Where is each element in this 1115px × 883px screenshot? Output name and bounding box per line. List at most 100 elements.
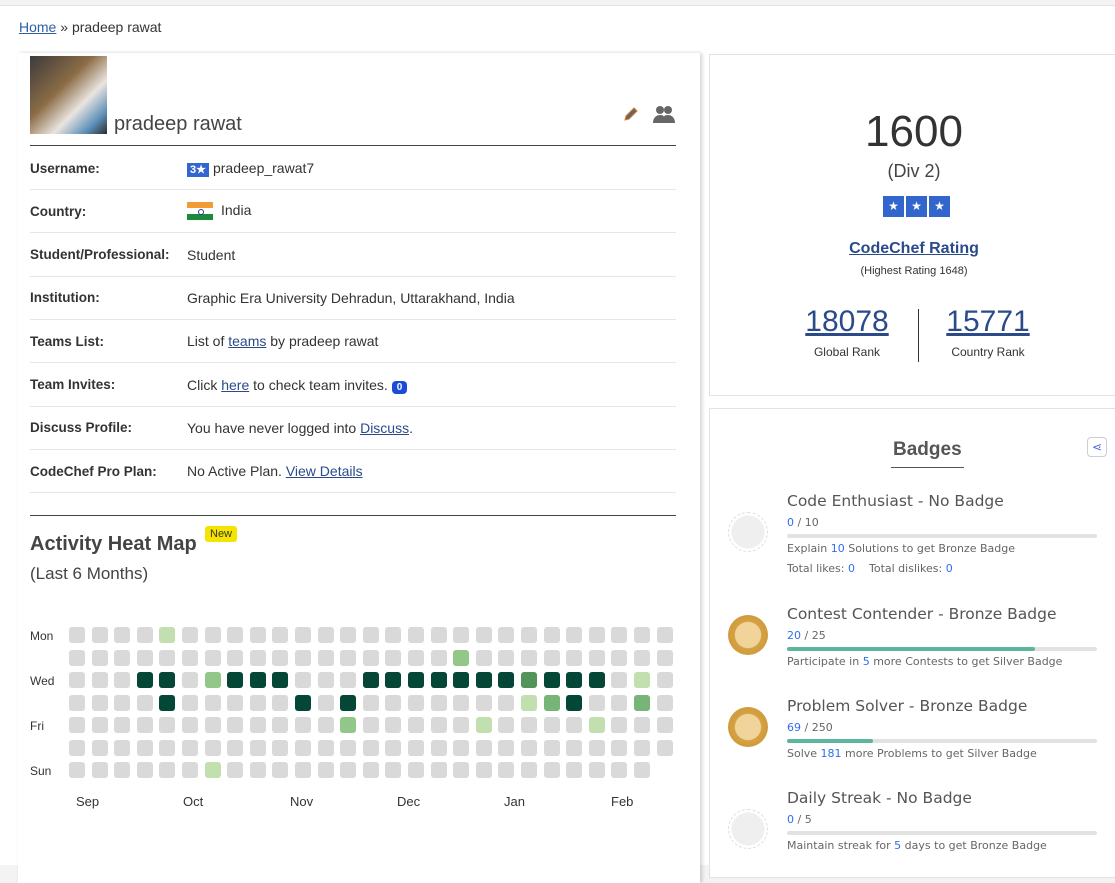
heatmap-cell[interactable] bbox=[69, 627, 85, 643]
heatmap-cell[interactable] bbox=[430, 672, 447, 688]
global-rank-link[interactable]: 18078 bbox=[777, 305, 917, 339]
heatmap-cell[interactable] bbox=[656, 694, 673, 711]
heatmap-cell[interactable] bbox=[249, 717, 266, 733]
heatmap-cell[interactable] bbox=[114, 717, 131, 733]
heatmap-cell[interactable] bbox=[340, 672, 357, 688]
heatmap-cell[interactable] bbox=[182, 694, 198, 711]
heatmap-cell[interactable] bbox=[408, 649, 424, 666]
heatmap-cell[interactable] bbox=[521, 627, 537, 643]
country-rank-link[interactable]: 15771 bbox=[918, 305, 1058, 339]
heatmap-cell[interactable] bbox=[588, 672, 605, 688]
heatmap-cell[interactable] bbox=[204, 649, 221, 666]
heatmap-cell[interactable] bbox=[227, 672, 244, 688]
heatmap-cell[interactable] bbox=[385, 739, 402, 756]
heatmap-cell[interactable] bbox=[634, 694, 650, 711]
heatmap-cell[interactable] bbox=[521, 717, 537, 733]
heatmap-cell[interactable] bbox=[227, 717, 244, 733]
heatmap-cell[interactable] bbox=[453, 739, 470, 756]
heatmap-cell[interactable] bbox=[611, 672, 628, 688]
heatmap-cell[interactable] bbox=[408, 717, 424, 733]
breadcrumb-home-link[interactable]: Home bbox=[19, 19, 56, 35]
heatmap-cell[interactable] bbox=[656, 649, 673, 666]
heatmap-cell[interactable] bbox=[521, 649, 537, 666]
heatmap-cell[interactable] bbox=[362, 717, 379, 733]
heatmap-cell[interactable] bbox=[475, 649, 492, 666]
heatmap-cell[interactable] bbox=[136, 762, 153, 778]
heatmap-cell[interactable] bbox=[453, 649, 470, 666]
heatmap-cell[interactable] bbox=[408, 672, 424, 688]
heatmap-cell[interactable] bbox=[656, 627, 673, 643]
heatmap-cell[interactable] bbox=[566, 739, 583, 756]
heatmap-cell[interactable] bbox=[408, 739, 424, 756]
heatmap-cell[interactable] bbox=[317, 649, 334, 666]
heatmap-cell[interactable] bbox=[295, 739, 311, 756]
heatmap-cell[interactable] bbox=[227, 627, 244, 643]
heatmap-cell[interactable] bbox=[634, 649, 650, 666]
heatmap-cell[interactable] bbox=[453, 627, 470, 643]
heatmap-cell[interactable] bbox=[295, 762, 311, 778]
heatmap-cell[interactable] bbox=[159, 672, 176, 688]
heatmap-cell[interactable] bbox=[159, 627, 176, 643]
codechef-rating-link[interactable]: CodeChef Rating bbox=[849, 240, 979, 257]
heatmap-cell[interactable] bbox=[340, 649, 357, 666]
heatmap-cell[interactable] bbox=[498, 739, 515, 756]
heatmap-cell[interactable] bbox=[453, 694, 470, 711]
heatmap-cell[interactable] bbox=[340, 739, 357, 756]
heatmap-cell[interactable] bbox=[204, 717, 221, 733]
heatmap-cell[interactable] bbox=[272, 672, 289, 688]
heatmap-cell[interactable] bbox=[340, 717, 357, 733]
heatmap-cell[interactable] bbox=[159, 717, 176, 733]
heatmap-cell[interactable] bbox=[272, 627, 289, 643]
heatmap-cell[interactable] bbox=[136, 694, 153, 711]
heatmap-cell[interactable] bbox=[249, 649, 266, 666]
heatmap-cell[interactable] bbox=[204, 627, 221, 643]
row-link[interactable]: View Details bbox=[286, 463, 363, 479]
heatmap-cell[interactable] bbox=[136, 627, 153, 643]
heatmap-cell[interactable] bbox=[543, 694, 560, 711]
heatmap-cell[interactable] bbox=[430, 627, 447, 643]
heatmap-cell[interactable] bbox=[340, 627, 357, 643]
heatmap-cell[interactable] bbox=[91, 672, 108, 688]
heatmap-cell[interactable] bbox=[453, 762, 470, 778]
heatmap-cell[interactable] bbox=[521, 739, 537, 756]
heatmap-cell[interactable] bbox=[521, 672, 537, 688]
heatmap-cell[interactable] bbox=[408, 762, 424, 778]
heatmap-cell[interactable] bbox=[521, 694, 537, 711]
heatmap-cell[interactable] bbox=[114, 649, 131, 666]
heatmap-cell[interactable] bbox=[182, 717, 198, 733]
heatmap-cell[interactable] bbox=[543, 717, 560, 733]
heatmap-cell[interactable] bbox=[91, 762, 108, 778]
heatmap-cell[interactable] bbox=[272, 762, 289, 778]
row-link[interactable]: here bbox=[221, 377, 249, 393]
share-icon[interactable]: ⋖ bbox=[1087, 437, 1107, 457]
heatmap-cell[interactable] bbox=[69, 694, 85, 711]
heatmap-cell[interactable] bbox=[249, 627, 266, 643]
heatmap-cell[interactable] bbox=[362, 694, 379, 711]
heatmap-cell[interactable] bbox=[634, 717, 650, 733]
heatmap-cell[interactable] bbox=[159, 762, 176, 778]
heatmap-cell[interactable] bbox=[475, 672, 492, 688]
heatmap-cell[interactable] bbox=[182, 762, 198, 778]
heatmap-cell[interactable] bbox=[182, 649, 198, 666]
heatmap-cell[interactable] bbox=[385, 627, 402, 643]
heatmap-cell[interactable] bbox=[430, 739, 447, 756]
row-link[interactable]: Discuss bbox=[360, 420, 409, 436]
heatmap-cell[interactable] bbox=[588, 717, 605, 733]
heatmap-cell[interactable] bbox=[91, 627, 108, 643]
heatmap-cell[interactable] bbox=[453, 717, 470, 733]
heatmap-cell[interactable] bbox=[566, 717, 583, 733]
heatmap-cell[interactable] bbox=[362, 762, 379, 778]
heatmap-cell[interactable] bbox=[498, 649, 515, 666]
heatmap-cell[interactable] bbox=[159, 694, 176, 711]
heatmap-cell[interactable] bbox=[611, 649, 628, 666]
heatmap-cell[interactable] bbox=[385, 694, 402, 711]
heatmap-cell[interactable] bbox=[498, 694, 515, 711]
row-link[interactable]: teams bbox=[228, 333, 266, 349]
heatmap-cell[interactable] bbox=[498, 672, 515, 688]
heatmap-cell[interactable] bbox=[566, 649, 583, 666]
heatmap-cell[interactable] bbox=[611, 739, 628, 756]
heatmap-cell[interactable] bbox=[317, 739, 334, 756]
heatmap-cell[interactable] bbox=[588, 762, 605, 778]
heatmap-cell[interactable] bbox=[114, 627, 131, 643]
heatmap-cell[interactable] bbox=[362, 672, 379, 688]
